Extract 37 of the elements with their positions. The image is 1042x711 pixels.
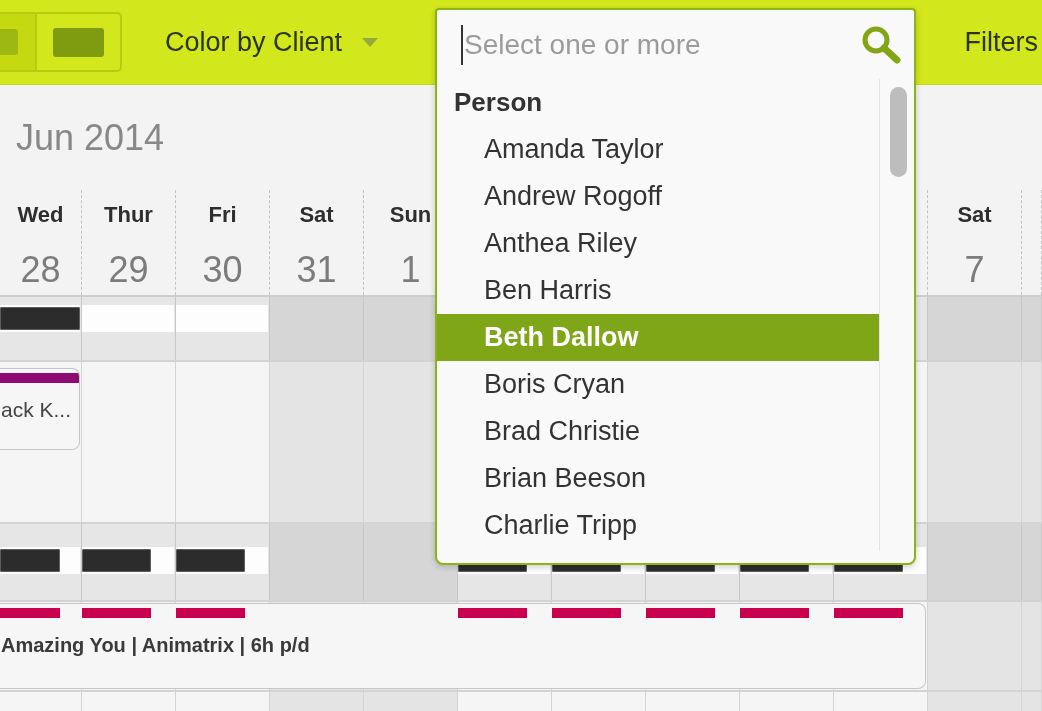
day-number: 29: [108, 250, 149, 290]
text-cursor-icon: [461, 24, 463, 65]
view-toggle-button[interactable]: [0, 12, 37, 72]
color-by-dropdown[interactable]: Color by Client: [165, 26, 379, 58]
caret-icon: [362, 37, 379, 47]
person-option[interactable]: Boris Cryan: [437, 361, 879, 408]
assignment-label: Amazing You | Animatrix | 6h p/d: [0, 633, 310, 658]
day-number: 1: [400, 250, 421, 290]
scrollbar-thumb[interactable]: [890, 87, 907, 177]
day-name: Sun: [389, 202, 432, 228]
block-icon: [0, 29, 18, 55]
day-name: Sat: [957, 202, 992, 228]
day-name: Sat: [299, 202, 334, 228]
day-name: Fri: [208, 202, 237, 228]
search-icon[interactable]: [860, 24, 902, 65]
filters-button[interactable]: Filters: [964, 26, 1038, 58]
day-number: 28: [20, 250, 61, 290]
search-field[interactable]: Select one or more: [463, 24, 852, 65]
person-option[interactable]: Ben Harris: [437, 267, 879, 314]
assignment-card[interactable]: ack K...: [0, 368, 80, 450]
assignment-label: ack K...: [0, 397, 72, 423]
day-name: Wed: [17, 202, 64, 228]
assignment-card[interactable]: Amazing You | Animatrix | 6h p/d: [0, 603, 926, 689]
person-option[interactable]: Anthea Riley: [437, 220, 879, 267]
person-option[interactable]: Andrew Rogoff: [437, 173, 879, 220]
view-toggle-button[interactable]: [37, 12, 122, 72]
month-label: Jun 2014: [16, 116, 165, 159]
day-number: 31: [296, 250, 337, 290]
person-option[interactable]: Charlie Tripp: [437, 502, 879, 549]
block-icon: [53, 27, 104, 57]
day-number: 7: [964, 250, 985, 290]
day-name: Thur: [104, 202, 153, 228]
person-option[interactable]: Amanda Taylor: [437, 126, 879, 173]
day-number: 30: [202, 250, 243, 290]
person-option[interactable]: Brian Beeson: [437, 455, 879, 502]
person-option[interactable]: Brad Christie: [437, 408, 879, 455]
group-heading: Person: [453, 86, 544, 119]
